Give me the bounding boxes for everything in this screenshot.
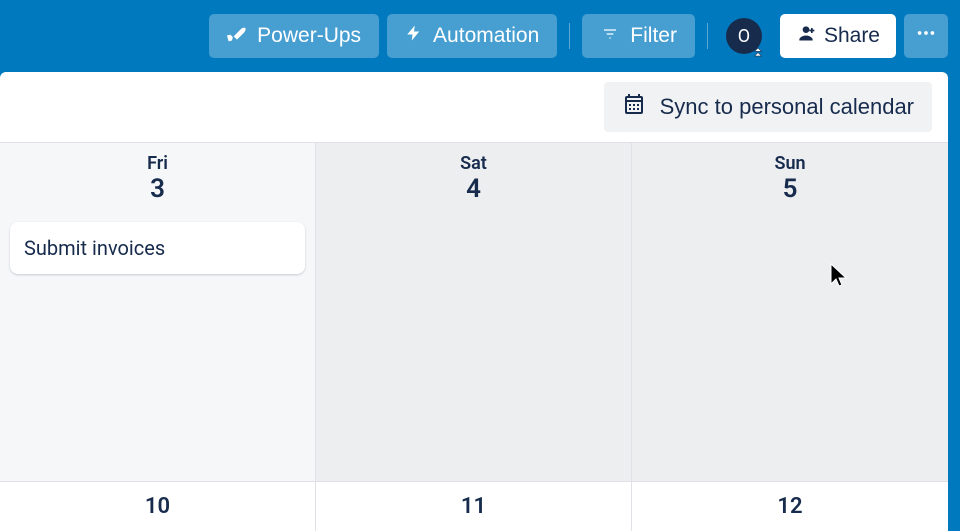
lightning-icon: [405, 23, 423, 49]
automation-label: Automation: [433, 24, 539, 48]
calendar-view: Sync to personal calendar Fri 3 Submit i…: [0, 72, 948, 531]
calendar-icon: [622, 92, 646, 122]
day-number: 3: [0, 174, 315, 204]
day-name: Sat: [316, 153, 631, 174]
header-divider: [707, 23, 708, 49]
automation-button[interactable]: Automation: [387, 14, 557, 58]
day-number: 11: [461, 494, 486, 519]
calendar-next-row: 10 11 12: [0, 481, 948, 531]
calendar-card[interactable]: Submit invoices: [10, 222, 305, 274]
day-name: Fri: [0, 153, 315, 174]
filter-icon: [600, 24, 620, 48]
filter-label: Filter: [630, 24, 677, 48]
day-header: Fri 3: [0, 153, 315, 204]
card-title: Submit invoices: [24, 236, 165, 260]
ellipsis-icon: [915, 22, 937, 50]
board-header: Power-Ups Automation Filter O Share: [0, 0, 960, 72]
calendar-day-cell[interactable]: 12: [632, 482, 948, 531]
day-header: Sat 4: [316, 153, 631, 204]
share-button[interactable]: Share: [780, 14, 896, 58]
more-menu-button[interactable]: [904, 14, 948, 58]
calendar-day-cell[interactable]: Sat 4: [316, 143, 632, 481]
rocket-icon: [227, 23, 247, 49]
user-plus-icon: [796, 23, 816, 49]
header-divider: [569, 23, 570, 49]
avatar-initial: O: [738, 26, 750, 47]
power-ups-label: Power-Ups: [257, 24, 361, 48]
day-header: Sun 5: [632, 153, 948, 204]
filter-button[interactable]: Filter: [582, 14, 695, 58]
calendar-toolbar: Sync to personal calendar: [0, 72, 948, 142]
sync-calendar-button[interactable]: Sync to personal calendar: [604, 82, 932, 132]
day-number: 12: [777, 494, 802, 519]
day-number: 4: [316, 174, 631, 204]
day-number: 10: [145, 494, 170, 519]
calendar-day-cell[interactable]: Fri 3 Submit invoices: [0, 143, 316, 481]
calendar-day-cell[interactable]: 10: [0, 482, 316, 531]
calendar-grid: Fri 3 Submit invoices Sat 4 Sun 5: [0, 142, 948, 481]
chevron-up-double-icon: [751, 43, 765, 57]
sync-calendar-label: Sync to personal calendar: [660, 94, 914, 120]
day-name: Sun: [632, 153, 948, 174]
calendar-day-cell[interactable]: 11: [316, 482, 632, 531]
calendar-day-cell[interactable]: Sun 5: [632, 143, 948, 481]
share-label: Share: [824, 24, 880, 48]
day-number: 5: [632, 174, 948, 204]
avatar[interactable]: O: [726, 18, 762, 54]
power-ups-button[interactable]: Power-Ups: [209, 14, 379, 58]
